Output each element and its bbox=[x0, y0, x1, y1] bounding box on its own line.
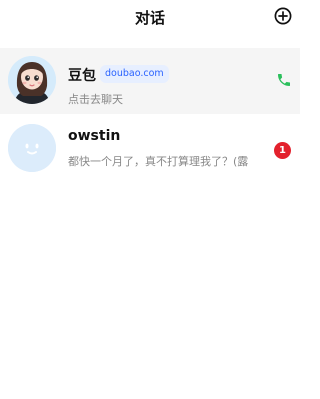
conversation-name: owstin bbox=[68, 128, 121, 144]
conversation-preview: 都快一个月了，真不打算理我了？(露 bbox=[68, 155, 249, 168]
plus-circle-icon bbox=[274, 7, 292, 25]
conversation-name: 豆包 bbox=[68, 68, 96, 84]
domain-badge: doubao.com bbox=[100, 65, 169, 83]
avatar bbox=[8, 124, 56, 172]
page-title: 对话 bbox=[134, 9, 165, 27]
default-avatar-icon bbox=[8, 124, 56, 172]
call-button[interactable] bbox=[276, 72, 292, 88]
app-header: 对话 bbox=[0, 0, 300, 34]
conversation-item-doubao[interactable]: 豆包 doubao.com 点击去聊天 bbox=[0, 48, 300, 114]
conversation-preview: 点击去聊天 bbox=[68, 93, 123, 106]
phone-icon bbox=[278, 74, 290, 86]
avatar bbox=[8, 56, 56, 104]
doubao-avatar-image bbox=[8, 56, 56, 104]
unread-count-badge: 1 bbox=[274, 142, 291, 159]
new-conversation-button[interactable] bbox=[274, 7, 292, 25]
conversation-item-owstin[interactable]: owstin 都快一个月了，真不打算理我了？(露 1 bbox=[0, 118, 300, 178]
